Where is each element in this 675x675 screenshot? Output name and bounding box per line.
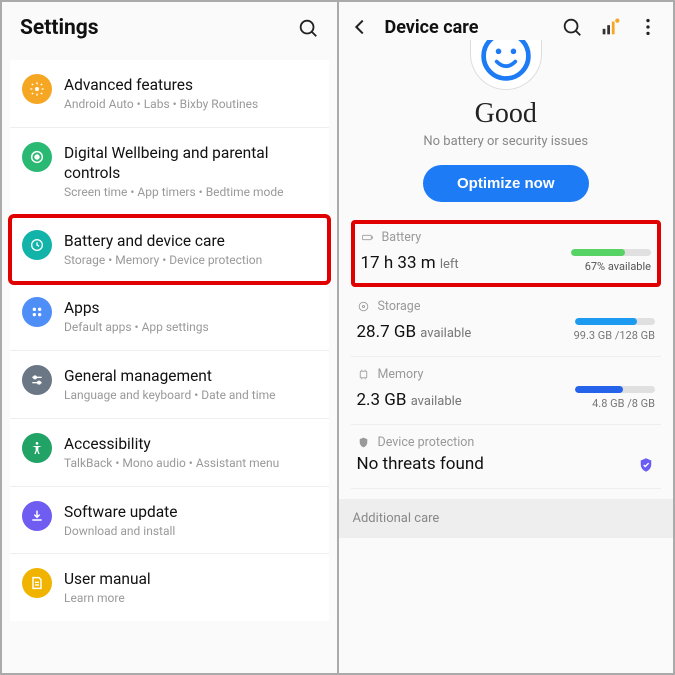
status-title: Good	[339, 98, 674, 130]
care-sections: Battery 17 h 33 m left 67% available Sto…	[339, 220, 674, 489]
memory-bar	[575, 386, 655, 393]
more-icon[interactable]	[637, 16, 659, 38]
battery-label: Battery	[382, 230, 422, 245]
memory-available: 2.3 GB available	[357, 390, 462, 410]
battery-icon	[361, 231, 374, 244]
item-title: Digital Wellbeing and parental controls	[64, 143, 317, 183]
settings-title: Settings	[20, 16, 99, 40]
item-title: Apps	[64, 298, 317, 318]
apps-icon	[22, 297, 52, 327]
settings-pane: Settings Advanced features Android Auto •…	[2, 2, 337, 673]
item-title: Software update	[64, 502, 317, 522]
settings-item-care[interactable]: Battery and device care Storage • Memory …	[10, 216, 329, 284]
signal-icon[interactable]	[599, 16, 621, 38]
update-icon	[22, 501, 52, 531]
settings-item-accessibility[interactable]: Accessibility TalkBack • Mono audio • Ass…	[10, 419, 329, 487]
protection-section[interactable]: Device protection No threats found	[351, 425, 662, 489]
additional-care-label: Additional care	[339, 499, 674, 538]
shield-check-icon	[637, 456, 655, 474]
care-icon	[22, 230, 52, 260]
battery-bar	[571, 249, 651, 256]
status-subtitle: No battery or security issues	[339, 134, 674, 149]
battery-available: 67% available	[585, 260, 651, 273]
item-subtitle: Language and keyboard • Date and time	[64, 388, 317, 404]
item-subtitle: Default apps • App settings	[64, 320, 317, 336]
settings-item-apps[interactable]: Apps Default apps • App settings	[10, 283, 329, 351]
settings-item-update[interactable]: Software update Download and install	[10, 487, 329, 555]
wellbeing-icon	[22, 142, 52, 172]
memory-label: Memory	[378, 367, 424, 382]
general-icon	[22, 365, 52, 395]
item-title: User manual	[64, 569, 317, 589]
item-subtitle: Storage • Memory • Device protection	[64, 253, 317, 269]
item-title: General management	[64, 366, 317, 386]
manual-icon	[22, 568, 52, 598]
storage-detail: 99.3 GB /128 GB	[574, 329, 655, 342]
storage-icon	[357, 300, 370, 313]
status-icon	[470, 40, 542, 90]
settings-item-wellbeing[interactable]: Digital Wellbeing and parental controls S…	[10, 128, 329, 216]
accessibility-icon	[22, 433, 52, 463]
storage-bar	[575, 318, 655, 325]
back-icon[interactable]	[349, 16, 371, 38]
device-care-pane: Device care Good No battery or security …	[339, 2, 674, 673]
item-subtitle: Download and install	[64, 524, 317, 540]
search-icon[interactable]	[561, 16, 583, 38]
item-subtitle: Screen time • App timers • Bedtime mode	[64, 185, 317, 201]
memory-icon	[357, 368, 370, 381]
item-title: Accessibility	[64, 434, 317, 454]
shield-icon	[357, 436, 370, 449]
memory-section[interactable]: Memory 2.3 GB available 4.8 GB /8 GB	[351, 357, 662, 425]
storage-section[interactable]: Storage 28.7 GB available 99.3 GB /128 G…	[351, 289, 662, 357]
settings-item-manual[interactable]: User manual Learn more	[10, 554, 329, 621]
item-subtitle: Android Auto • Labs • Bixby Routines	[64, 97, 317, 113]
optimize-button[interactable]: Optimize now	[423, 165, 589, 202]
item-subtitle: TalkBack • Mono audio • Assistant menu	[64, 456, 317, 472]
item-title: Battery and device care	[64, 231, 317, 251]
device-care-title: Device care	[385, 17, 554, 38]
battery-section[interactable]: Battery 17 h 33 m left 67% available	[351, 220, 662, 287]
protection-label: Device protection	[378, 435, 475, 450]
item-subtitle: Learn more	[64, 591, 317, 607]
storage-available: 28.7 GB available	[357, 322, 472, 342]
item-title: Advanced features	[64, 75, 317, 95]
advanced-icon	[22, 74, 52, 104]
search-icon[interactable]	[297, 17, 319, 39]
settings-header: Settings	[2, 2, 337, 60]
settings-list: Advanced features Android Auto • Labs • B…	[10, 60, 329, 621]
battery-remaining: 17 h 33 m left	[361, 253, 459, 273]
memory-detail: 4.8 GB /8 GB	[592, 397, 655, 410]
storage-label: Storage	[378, 299, 421, 314]
protection-status: No threats found	[357, 454, 484, 474]
settings-item-advanced[interactable]: Advanced features Android Auto • Labs • B…	[10, 60, 329, 128]
header-actions	[561, 16, 659, 38]
settings-item-general[interactable]: General management Language and keyboard …	[10, 351, 329, 419]
